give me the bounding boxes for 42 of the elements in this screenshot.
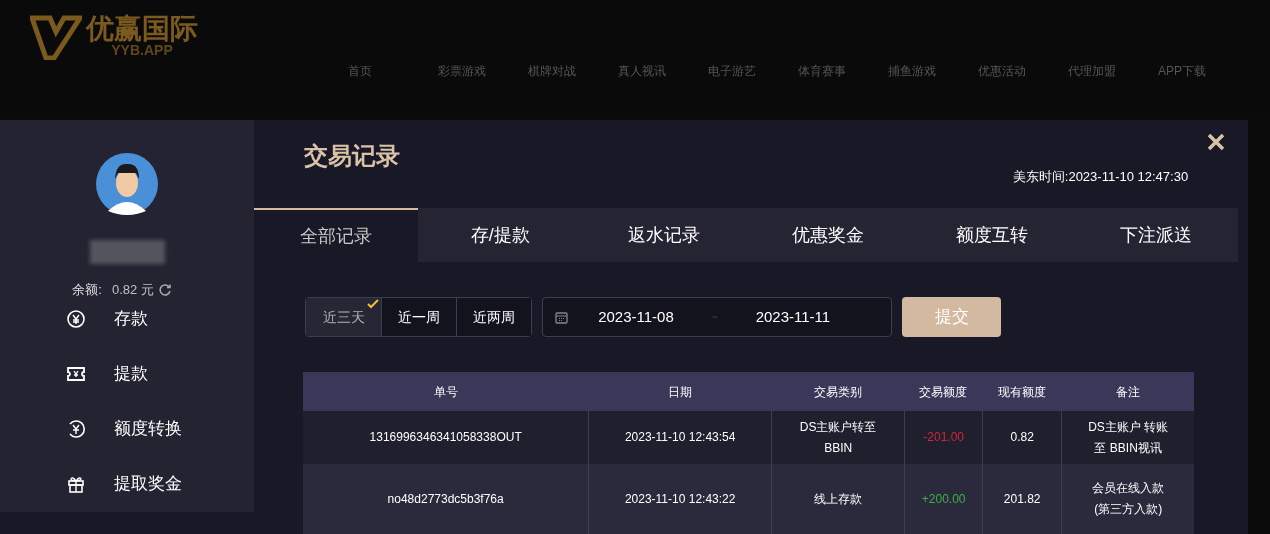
yen-exchange-icon xyxy=(66,419,86,439)
table-cell: 201.82 xyxy=(982,464,1062,534)
range-button[interactable]: 近两周 xyxy=(456,298,532,336)
column-header: 现有额度 xyxy=(996,383,1047,401)
avatar-icon xyxy=(96,153,159,215)
table-cell: 线上存款 xyxy=(771,464,905,534)
balance-value: 0.82 元 xyxy=(111,281,154,299)
balance-label: 余额: xyxy=(72,281,102,299)
column-header: 备注 xyxy=(1114,383,1141,401)
table-cell: 会员在线入款(第三方入款) xyxy=(1061,464,1195,534)
tab[interactable]: 全部记录 xyxy=(254,208,419,262)
sidebar-item[interactable]: 提取奖金 xyxy=(0,456,255,512)
range-button[interactable]: 近一周 xyxy=(381,298,457,336)
logo-subtext: YYB.APP xyxy=(111,43,173,57)
tab[interactable]: 存/提款 xyxy=(418,208,583,262)
tab[interactable]: 额度互转 xyxy=(910,208,1075,262)
date-range-field[interactable]: 2023-11-08 ~ 2023-11-11 xyxy=(542,297,893,337)
table-cell-text: no48d2773dc5b3f76a xyxy=(386,490,505,508)
check-icon xyxy=(367,299,380,309)
table-cell-text: 1316996346341058338OUT xyxy=(368,429,523,446)
time-label: 美东时间: xyxy=(1012,167,1069,186)
sidebar-item[interactable]: 额度转换 xyxy=(0,401,255,457)
column-header: 交易额度 xyxy=(918,383,969,401)
calendar-icon xyxy=(555,310,569,324)
page-title: 交易记录 xyxy=(304,141,401,171)
tab[interactable]: 返水记录 xyxy=(582,208,747,262)
refresh-icon[interactable] xyxy=(157,282,172,297)
time-value: 2023-11-10 12:47:30 xyxy=(1068,167,1189,186)
tab[interactable]: 优惠奖金 xyxy=(746,208,911,262)
yen-coin-icon xyxy=(66,309,86,329)
close-icon[interactable] xyxy=(1206,132,1227,152)
tab[interactable]: 下注派送 xyxy=(1074,208,1239,262)
column-header: 单号 xyxy=(432,383,459,401)
logo-text: 优赢国际 xyxy=(86,15,198,43)
gift-icon xyxy=(66,474,86,494)
table-cell: 2023-11-10 12:43:22 xyxy=(588,464,772,534)
table-cell: +200.00 xyxy=(904,464,983,534)
sidebar-item[interactable]: 提款 xyxy=(0,346,255,402)
ticket-icon xyxy=(66,364,86,384)
column-header: 交易类别 xyxy=(812,383,863,401)
range-button[interactable]: 近三天 xyxy=(306,298,382,336)
column-header: 日期 xyxy=(666,383,693,401)
